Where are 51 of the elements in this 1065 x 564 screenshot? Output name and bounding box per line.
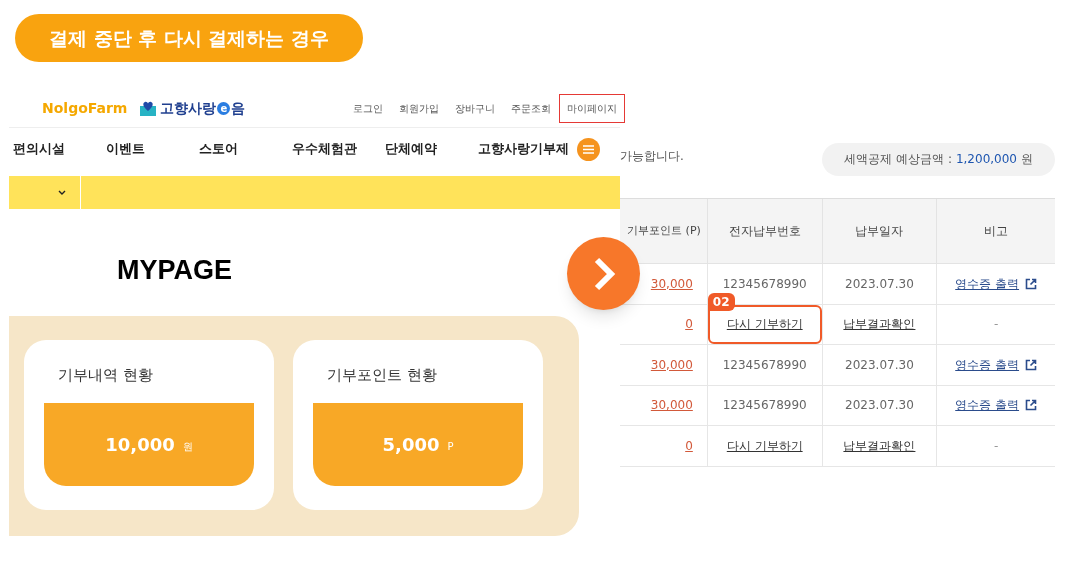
amount-box: 10,000 원 — [44, 402, 254, 486]
top-link[interactable]: 회원가입 — [391, 94, 447, 123]
column-header: 전자납부번호 — [706, 199, 822, 263]
top-link[interactable]: 주문조회 — [503, 94, 559, 123]
top-link[interactable]: 장바구니 — [447, 94, 503, 123]
external-link-icon — [1025, 277, 1038, 290]
title-badge: 결제 중단 후 다시 결제하는 경우 — [15, 14, 364, 62]
external-link-icon — [1025, 399, 1038, 412]
payment-date: 2023.07.30 — [845, 275, 914, 293]
nav-item[interactable]: 고향사랑기부제 — [478, 139, 569, 159]
receipt-link[interactable]: 영수증 출력 — [955, 396, 1038, 415]
card-title: 기부포인트 현황 — [326, 365, 438, 386]
nav-item[interactable]: 단체예약 — [385, 139, 478, 159]
payment-date: 2023.07.30 — [845, 397, 914, 415]
heart-envelope-icon — [139, 100, 158, 117]
donate-again-link[interactable]: 다시 기부하기 — [726, 315, 803, 334]
gohyang-logo[interactable]: 고향사랑 e 음 — [160, 98, 246, 119]
external-link-icon — [1025, 358, 1038, 371]
points-link[interactable]: 0 — [685, 315, 693, 334]
points-link[interactable]: 30,000 — [650, 396, 693, 415]
payment-number: 12345678990 — [722, 356, 807, 374]
top-link[interactable]: 로그인 — [345, 94, 391, 123]
column-header: 납부일자 — [821, 199, 937, 263]
receipt-link[interactable]: 영수증 출력 — [955, 274, 1038, 293]
step-badge: 02 — [707, 292, 735, 311]
card-title: 기부내역 현황 — [57, 365, 154, 386]
payment-number: 12345678990 — [722, 275, 807, 293]
result-check-link[interactable]: 납부결과확인 — [843, 436, 916, 455]
points-link[interactable]: 0 — [685, 436, 693, 455]
note-dash: - — [994, 437, 999, 455]
column-header: 비고 — [936, 199, 1055, 263]
nav-item[interactable]: 스토어 — [199, 139, 292, 159]
chevron-down-icon[interactable] — [58, 190, 66, 195]
menu-icon — [583, 144, 594, 154]
nav-item[interactable]: 편의시설 — [13, 139, 106, 159]
page-heading: MYPAGE — [117, 257, 232, 284]
receipt-link[interactable]: 영수증 출력 — [955, 355, 1038, 374]
nav-item[interactable]: 이벤트 — [106, 139, 199, 159]
top-link[interactable]: 마이페이지 — [559, 94, 625, 123]
payment-number: 12345678990 — [722, 397, 807, 415]
points-link[interactable]: 30,000 — [650, 274, 693, 293]
payment-date: 2023.07.30 — [845, 356, 914, 374]
notice-text: 가능합니다. — [620, 148, 684, 165]
points-link[interactable]: 30,000 — [650, 355, 693, 374]
tax-estimate: 세액공제 예상금액 : 1,200,000 원 — [822, 142, 1055, 176]
donate-again-link[interactable]: 다시 기부하기 — [726, 436, 803, 455]
column-header: 기부포인트 (P) — [626, 222, 702, 239]
amount-box: 5,000 P — [313, 402, 523, 486]
note-dash: - — [994, 316, 999, 334]
nav-item[interactable]: 우수체험관 — [292, 139, 385, 159]
result-check-link[interactable]: 납부결과확인 — [843, 315, 916, 334]
